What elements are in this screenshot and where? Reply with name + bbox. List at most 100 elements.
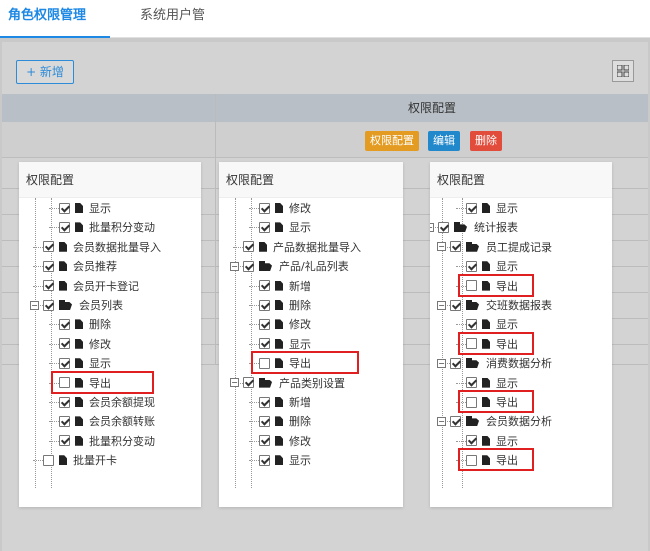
- column-header-permission: 权限配置: [407, 101, 456, 115]
- permission-checkbox[interactable]: [243, 260, 254, 272]
- permission-checkbox[interactable]: [450, 299, 461, 311]
- permission-checkbox[interactable]: [43, 260, 54, 272]
- tree-node[interactable]: − 统计报表: [430, 218, 518, 236]
- tree-node[interactable]: 显示: [466, 315, 518, 333]
- permission-checkbox[interactable]: [259, 318, 270, 330]
- tree-node[interactable]: 修改: [259, 199, 311, 217]
- tree-node[interactable]: 会员推荐: [43, 257, 117, 275]
- tree-node[interactable]: 删除: [259, 412, 311, 430]
- permission-config-button[interactable]: 权限配置: [365, 131, 419, 151]
- permission-checkbox[interactable]: [259, 299, 270, 311]
- column-divider: [215, 94, 216, 364]
- permission-checkbox[interactable]: [259, 202, 270, 214]
- collapse-toggle-icon[interactable]: −: [230, 261, 239, 271]
- tree-guide-line: [49, 227, 59, 229]
- tree-node[interactable]: 产品数据批量导入: [243, 238, 361, 256]
- tree-guide-line: [249, 440, 259, 442]
- tree-node[interactable]: 删除: [59, 315, 111, 333]
- permission-checkbox[interactable]: [59, 318, 70, 330]
- permission-checkbox[interactable]: [259, 338, 270, 350]
- tree-node[interactable]: 显示: [466, 257, 518, 275]
- tree-node[interactable]: 修改: [59, 335, 111, 353]
- tree-node[interactable]: 显示: [259, 451, 311, 469]
- tree-node[interactable]: 新增: [259, 277, 311, 295]
- tree-node[interactable]: 删除: [259, 296, 311, 314]
- permission-checkbox[interactable]: [59, 221, 70, 233]
- permission-checkbox[interactable]: [43, 280, 54, 292]
- tree-node-label: 修改: [289, 202, 311, 215]
- permission-checkbox[interactable]: [259, 221, 270, 233]
- tree-node[interactable]: − 消费数据分析: [437, 354, 552, 372]
- tree-node[interactable]: − 会员列表: [30, 296, 123, 314]
- permission-checkbox[interactable]: [450, 357, 461, 369]
- tree-node[interactable]: 显示: [259, 335, 311, 353]
- tree-node[interactable]: 修改: [259, 315, 311, 333]
- permission-checkbox[interactable]: [466, 202, 477, 214]
- tree-node[interactable]: − 交班数据报表: [437, 296, 552, 314]
- tree-node[interactable]: 显示: [466, 432, 518, 450]
- permission-checkbox[interactable]: [259, 396, 270, 408]
- tree-node[interactable]: − 产品类别设置: [230, 374, 345, 392]
- tree-node[interactable]: 显示: [466, 199, 518, 217]
- collapse-toggle-icon[interactable]: −: [230, 378, 239, 388]
- tree-node[interactable]: 批量积分变动: [59, 218, 155, 236]
- tree-node[interactable]: 会员开卡登记: [43, 277, 139, 295]
- permission-checkbox[interactable]: [259, 454, 270, 466]
- permission-checkbox[interactable]: [59, 435, 70, 447]
- add-button[interactable]: + 新增: [16, 60, 74, 84]
- file-icon: [75, 203, 83, 213]
- permission-checkbox[interactable]: [466, 377, 477, 389]
- delete-button[interactable]: 删除: [470, 131, 502, 151]
- permission-checkbox[interactable]: [59, 396, 70, 408]
- permission-checkbox[interactable]: [259, 415, 270, 427]
- permission-checkbox[interactable]: [466, 318, 477, 330]
- tree-node[interactable]: 修改: [259, 432, 311, 450]
- tree-guide-line: [456, 382, 466, 384]
- permission-checkbox[interactable]: [43, 454, 54, 466]
- collapse-toggle-icon[interactable]: −: [437, 358, 446, 368]
- tree-node-label: 显示: [496, 376, 518, 390]
- tree-node[interactable]: 会员余额转账: [59, 412, 155, 430]
- folder-open-icon: [59, 300, 73, 310]
- tab-system-users[interactable]: 系统用户管: [140, 0, 210, 38]
- tree-node[interactable]: 显示: [59, 354, 111, 372]
- collapse-toggle-icon[interactable]: −: [437, 300, 446, 310]
- collapse-toggle-icon[interactable]: −: [437, 242, 446, 252]
- tree-node[interactable]: − 会员数据分析: [437, 412, 552, 430]
- permission-checkbox[interactable]: [466, 435, 477, 447]
- permission-checkbox[interactable]: [450, 241, 461, 253]
- permission-checkbox[interactable]: [243, 377, 254, 389]
- tree-guide-line: [249, 305, 259, 306]
- tree-node[interactable]: 显示: [59, 199, 111, 217]
- grid-icon[interactable]: [612, 60, 634, 82]
- permission-checkbox[interactable]: [59, 415, 70, 427]
- permission-checkbox[interactable]: [259, 280, 270, 292]
- tree-node-label: 产品类别设置: [279, 376, 345, 390]
- permission-checkbox[interactable]: [59, 357, 70, 369]
- permission-checkbox[interactable]: [450, 415, 461, 427]
- tab-role-permission[interactable]: 角色权限管理: [0, 0, 110, 38]
- tree-node[interactable]: 批量开卡: [43, 451, 117, 469]
- file-icon: [275, 300, 283, 310]
- permission-checkbox[interactable]: [59, 202, 70, 214]
- permission-checkbox[interactable]: [259, 435, 270, 447]
- permission-checkbox[interactable]: [43, 299, 54, 311]
- tree-node-label: 显示: [289, 337, 311, 351]
- tree-node[interactable]: 显示: [466, 374, 518, 392]
- collapse-toggle-icon[interactable]: −: [430, 222, 434, 232]
- tree-node[interactable]: 新增: [259, 393, 311, 411]
- tree-node[interactable]: 显示: [259, 218, 311, 236]
- tree-node[interactable]: 会员数据批量导入: [43, 238, 161, 256]
- permission-checkbox[interactable]: [438, 221, 449, 233]
- edit-button[interactable]: 编辑: [428, 131, 460, 151]
- tree-node[interactable]: 批量积分变动: [59, 432, 155, 450]
- permission-checkbox[interactable]: [59, 338, 70, 350]
- collapse-toggle-icon[interactable]: −: [30, 300, 39, 310]
- permission-checkbox[interactable]: [43, 241, 54, 253]
- permission-checkbox[interactable]: [466, 260, 477, 272]
- tree-node[interactable]: − 员工提成记录: [437, 238, 552, 256]
- tree-node[interactable]: 会员余额提现: [59, 393, 155, 411]
- collapse-toggle-icon[interactable]: −: [437, 416, 446, 426]
- permission-checkbox[interactable]: [243, 241, 254, 253]
- tree-node[interactable]: − 产品/礼品列表: [230, 257, 349, 275]
